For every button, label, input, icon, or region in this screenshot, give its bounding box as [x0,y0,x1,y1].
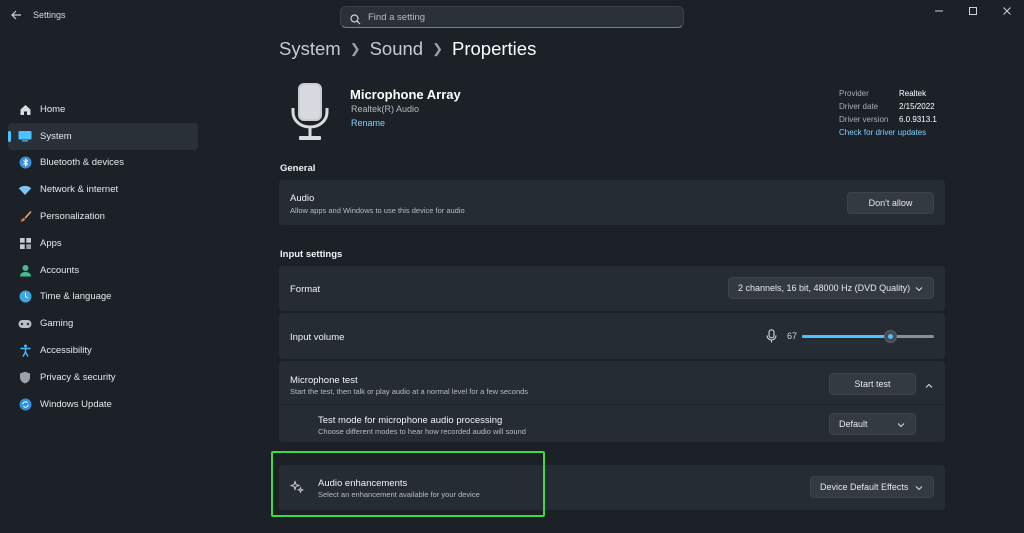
sidebar-item-label: Gaming [40,318,74,330]
format-value: 2 channels, 16 bit, 48000 Hz (DVD Qualit… [738,283,911,293]
sidebar-item-gaming[interactable]: Gaming [8,310,198,337]
globe-clock-icon [18,290,32,304]
format-card: Format 2 channels, 16 bit, 48000 Hz (DVD… [279,266,945,311]
sidebar-item-accessibility[interactable]: Accessibility [8,337,198,364]
sidebar-item-label: System [40,130,72,142]
driver-version-label: Driver version [839,115,889,124]
sidebar-item-personalization[interactable]: Personalization [8,203,198,230]
format-dropdown[interactable]: 2 channels, 16 bit, 48000 Hz (DVD Qualit… [728,277,934,299]
slider-thumb[interactable] [884,330,897,343]
microphone-icon [766,329,777,348]
input-settings-heading: Input settings [280,249,343,260]
audio-desc: Allow apps and Windows to use this devic… [290,206,465,215]
page-title: Properties [452,38,537,59]
audio-card: Audio Allow apps and Windows to use this… [279,180,945,225]
sidebar-item-bluetooth[interactable]: Bluetooth & devices [8,150,198,177]
volume-value: 67 [787,331,798,341]
chevron-down-icon [897,423,905,428]
test-mode-dropdown[interactable]: Default [829,413,916,435]
test-mode-title: Test mode for microphone audio processin… [318,415,503,426]
sidebar-item-label: Time & language [40,291,112,303]
general-heading: General [280,163,316,174]
breadcrumb-system[interactable]: System [279,38,341,60]
format-title: Format [290,284,321,295]
bluetooth-icon [18,156,32,170]
brush-icon [18,210,32,224]
audio-enhancements-dropdown[interactable]: Device Default Effects [810,476,934,498]
sidebar-item-label: Windows Update [40,398,112,410]
sidebar-item-label: Privacy & security [40,371,116,383]
driver-date-label: Driver date [839,102,879,111]
sidebar-item-label: Accounts [40,264,80,276]
test-mode-desc: Choose different modes to hear how recor… [318,427,526,436]
test-mode-value: Default [839,419,868,429]
gamepad-icon [18,317,32,331]
system-icon [18,129,32,143]
sidebar-item-accounts[interactable]: Accounts [8,257,198,284]
sidebar-item-label: Accessibility [40,345,92,357]
driver-info: Provider Realtek Driver date 2/15/2022 D… [839,89,937,141]
check-driver-updates-link[interactable]: Check for driver updates [839,128,926,141]
search-box[interactable]: Find a setting [340,6,684,28]
sidebar-item-time-language[interactable]: Time & language [8,284,198,311]
sidebar-item-system[interactable]: System [8,122,198,150]
sidebar-item-apps[interactable]: Apps [8,230,198,257]
dont-allow-button[interactable]: Don't allow [847,192,934,214]
chevron-right-icon: ❯ [349,41,361,56]
microphone-device-icon [288,82,332,144]
home-icon [18,102,32,116]
breadcrumb-sound[interactable]: Sound [370,38,424,60]
device-driver-name: Realtek(R) Audio [351,104,420,114]
shield-icon [18,370,32,384]
input-volume-title: Input volume [290,332,345,343]
sidebar-item-label: Network & internet [40,184,119,196]
chevron-down-icon [915,486,923,491]
close-icon[interactable] [990,0,1024,22]
sidebar-item-label: Apps [40,237,62,249]
sidebar-item-windows-update[interactable]: Windows Update [8,391,198,418]
maximize-icon[interactable] [956,0,990,22]
sidebar-item-network[interactable]: Network & internet [8,176,198,203]
audio-title: Audio [290,193,315,204]
start-test-button[interactable]: Start test [829,373,916,395]
title-bar: Settings Find a setting [0,0,1024,32]
audio-enhancements-value: Device Default Effects [820,482,909,492]
microphone-test-card: Microphone test Start the test, then tal… [279,361,945,442]
microphone-test-desc: Start the test, then talk or play audio … [290,387,529,396]
sidebar-item-label: Home [40,103,66,115]
device-name: Microphone Array [350,87,461,102]
chevron-up-icon[interactable] [924,378,934,396]
accounts-icon [18,263,32,277]
driver-date-value: 2/15/2022 [899,102,935,111]
search-input[interactable]: Find a setting [368,12,425,23]
sidebar-item-label: Personalization [40,211,105,223]
provider-value: Realtek [899,89,927,98]
sidebar-item-label: Bluetooth & devices [40,157,124,169]
breadcrumb: System ❯ Sound ❯ Properties [279,38,536,60]
driver-version-value: 6.0.9313.1 [899,115,937,124]
chevron-down-icon [915,287,923,292]
accessibility-icon [18,344,32,358]
apps-icon [18,236,32,250]
sidebar-item-privacy[interactable]: Privacy & security [8,364,198,391]
update-icon [18,397,32,411]
window-controls [922,0,1024,22]
sidebar-item-home[interactable]: Home [8,96,198,123]
wifi-icon [18,183,32,197]
microphone-test-title: Microphone test [290,375,358,386]
input-volume-slider[interactable] [802,330,934,343]
divider [279,404,945,405]
app-title: Settings [33,10,66,20]
search-icon [350,12,361,30]
rename-link[interactable]: Rename [351,118,385,128]
highlight-box [271,451,545,517]
back-arrow-icon[interactable] [8,8,24,24]
provider-label: Provider [839,89,869,98]
slider-fill [802,335,890,338]
chevron-right-icon: ❯ [432,41,443,56]
sidebar-nav: Home System Bluetooth & devices Network … [8,96,198,418]
minimize-icon[interactable] [922,0,956,22]
